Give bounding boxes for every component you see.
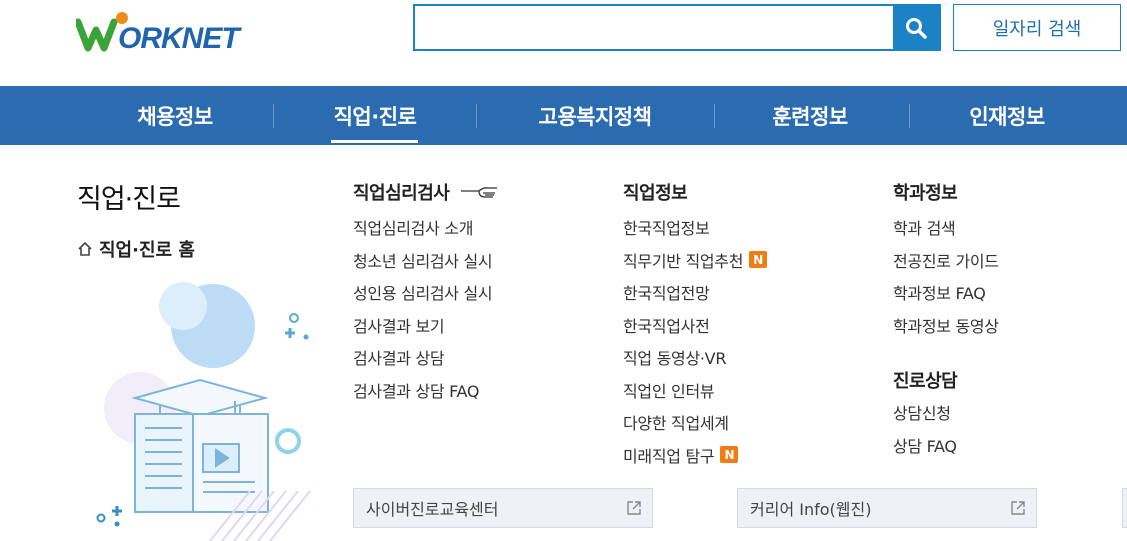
menu-link[interactable]: 검사결과 상담 FAQ (353, 374, 499, 407)
nav-item-welfare[interactable]: 고용복지정책 (515, 86, 675, 145)
svg-text:ORKNET: ORKNET (118, 22, 242, 52)
external-link-icon (1011, 501, 1025, 515)
page-title: 직업·진로 (77, 184, 181, 215)
search-box (413, 4, 941, 51)
nav-active-indicator (331, 140, 418, 143)
menu-link[interactable]: 직업 동영상·VR (623, 341, 767, 374)
menu-column-dept-info: 학과정보 학과 검색 전공진로 가이드 학과정보 FAQ 학과정보 동영상 진로… (893, 179, 999, 461)
menu-heading-label[interactable]: 직업정보 (623, 179, 688, 205)
external-link-icon (627, 501, 641, 515)
cyber-career-center-label: 사이버진로교육센터 (366, 500, 499, 519)
career-info-webzine-label: 커리어 Info(웹진) (750, 500, 872, 519)
nav-divider (714, 104, 715, 128)
menu-link-label: 직무기반 직업추천 (623, 251, 744, 271)
menu-link[interactable]: 학과정보 FAQ (893, 276, 999, 309)
menu-link[interactable]: 상담 FAQ (893, 429, 999, 462)
menu-link[interactable]: 미래직업 탐구 N (623, 439, 767, 472)
bottom-link-partial[interactable] (1122, 488, 1127, 528)
menu-link[interactable]: 청소년 심리검사 실시 (353, 244, 499, 277)
worknet-logo[interactable]: ORKNET (76, 8, 266, 52)
menu-link[interactable]: 다양한 직업세계 (623, 406, 767, 439)
menu-link[interactable]: 한국직업전망 (623, 276, 767, 309)
menu-link[interactable]: 학과 검색 (893, 211, 999, 244)
menu-link[interactable]: 성인용 심리검사 실시 (353, 276, 499, 309)
search-button[interactable] (893, 6, 939, 49)
main-nav: 채용정보 직업·진로 고용복지정책 훈련정보 인재정보 (0, 86, 1127, 145)
nav-item-career[interactable]: 직업·진로 (315, 86, 435, 145)
menu-link[interactable]: 직업인 인터뷰 (623, 374, 767, 407)
menu-link[interactable]: 학과정보 동영상 (893, 309, 999, 342)
home-icon (78, 241, 92, 256)
nav-divider (476, 104, 477, 128)
cyber-career-center-link[interactable]: 사이버진로교육센터 (353, 488, 653, 528)
career-info-webzine-link[interactable]: 커리어 Info(웹진) (737, 488, 1037, 528)
menu-heading: 직업심리검사 (353, 179, 499, 205)
search-icon (906, 17, 927, 39)
menu-link[interactable]: 직무기반 직업추천 N (623, 244, 768, 277)
nav-item-recruit[interactable]: 채용정보 (115, 86, 235, 145)
new-badge: N (720, 446, 739, 464)
menu-link[interactable]: 검사결과 보기 (353, 309, 499, 342)
nav-item-talent[interactable]: 인재정보 (947, 86, 1067, 145)
search-input[interactable] (415, 6, 893, 49)
menu-heading-label[interactable]: 진로상담 (893, 367, 958, 393)
pointing-hand-icon (461, 187, 498, 198)
menu-link[interactable]: 한국직업정보 (623, 211, 767, 244)
nav-divider (273, 104, 274, 128)
menu-heading: 직업정보 (623, 179, 767, 205)
menu-link[interactable]: 검사결과 상담 (353, 341, 499, 374)
job-search-button[interactable]: 일자리 검색 (953, 4, 1121, 51)
menu-link[interactable]: 상담신청 (893, 396, 999, 429)
menu-link[interactable]: 한국직업사전 (623, 309, 767, 342)
graduation-book-illustration (96, 282, 311, 541)
menu-heading: 진로상담 (893, 367, 999, 393)
nav-item-training[interactable]: 훈련정보 (750, 86, 870, 145)
home-link-label: 직업·진로 홈 (99, 240, 195, 261)
menu-link-label: 미래직업 탐구 (623, 446, 715, 466)
menu-link[interactable]: 직업심리검사 소개 (353, 211, 499, 244)
menu-heading: 학과정보 (893, 179, 999, 205)
menu-heading-label[interactable]: 직업심리검사 (353, 179, 450, 205)
home-link[interactable]: 직업·진로 홈 (77, 236, 195, 262)
menu-link[interactable]: 전공진로 가이드 (893, 244, 999, 277)
nav-divider (909, 104, 910, 128)
menu-heading-label[interactable]: 학과정보 (893, 179, 958, 205)
menu-column-psych-test: 직업심리검사 직업심리검사 소개 청소년 심리검사 실시 성인용 심리검사 실시… (353, 179, 499, 406)
menu-column-job-info: 직업정보 한국직업정보 직무기반 직업추천 N 한국직업전망 한국직업사전 직업… (623, 179, 768, 472)
new-badge: N (749, 251, 768, 269)
